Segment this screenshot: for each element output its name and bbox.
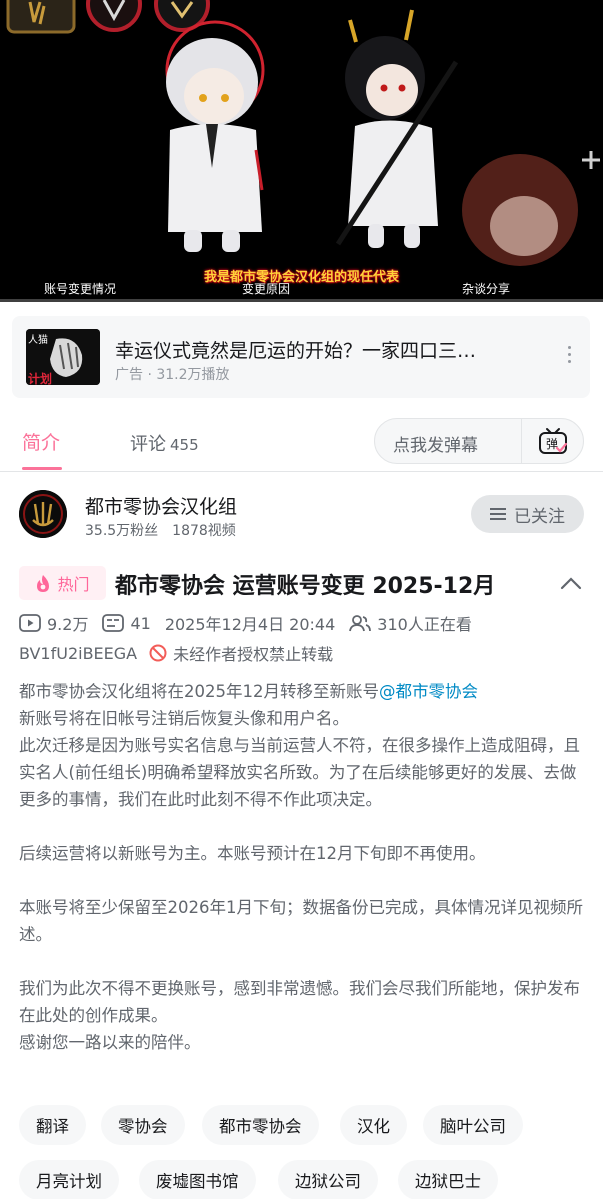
tab-active-indicator [22,467,62,470]
danmaku-count-icon [102,614,125,632]
danmaku-stat: 41 [102,613,151,633]
video-id-row: BV1fU2iBEEGA 未经作者授权禁止转载 [19,641,333,665]
danmaku-icon-char: 弹 [546,437,558,451]
repost-notice: 未经作者授权禁止转载 [173,645,334,664]
chapter-marker-3[interactable]: 杂谈分享 [462,280,510,297]
tag-item[interactable]: 边狱巴士 [398,1160,498,1199]
video-player[interactable]: 我是都市零协会汉化组的现任代表 账号变更情况 变更原因 杂谈分享 [0,0,603,302]
tag-item[interactable]: 翻译 [19,1105,86,1145]
ad-card[interactable]: 人猫 计划 幸运仪式竟然是厄运的开始？一家四口三… 广告 · 31.2万播放 [12,316,590,398]
uploader-videos: 1878视频 [172,523,236,539]
desc-para-4: 我们为此次不得不更换账号，感到非常遗憾。我们会尽我们所能地，保护发布在此处的创作… [19,979,580,1025]
video-description: 都市零协会汉化组将在2025年12月转移至新账号@都市零协会 新账号将在旧帐号注… [19,678,587,1056]
watching-count: 310人正在看 [377,615,472,634]
svg-text:人猫: 人猫 [28,333,48,346]
flame-icon [37,574,50,592]
prohibited-icon [149,644,167,662]
tag-item[interactable]: 脑叶公司 [423,1105,523,1145]
danmaku-placeholder: 点我发弹幕 [393,436,478,456]
ad-meta: 广告 · 31.2万播放 [115,367,230,383]
ad-thumbnail: 人猫 计划 [26,329,100,385]
chapter-marker-1[interactable]: 账号变更情况 [44,280,116,297]
desc-line-1: 都市零协会汉化组将在2025年12月转移至新账号@都市零协会 [19,682,478,701]
views-count: 9.2万 [47,615,89,634]
video-meta-row: 9.2万 41 2025年12月4日 20:44 310人正在看 [19,612,486,634]
tab-intro[interactable]: 简介 [22,428,60,455]
follow-label: 已关注 [514,506,565,527]
tag-item[interactable]: 月亮计划 [19,1160,119,1199]
desc-para-5: 感谢您一路以来的陪伴。 [19,1033,201,1052]
chapter-marker-2[interactable]: 变更原因 [242,280,290,297]
views-stat: 9.2万 [19,611,88,635]
danmaku-toggle-icon[interactable]: 弹 [538,427,568,455]
menu-lines-icon [490,508,506,520]
tab-comments[interactable]: 评论 455 [130,430,199,456]
video-progress-bar[interactable] [0,299,603,302]
desc-para-1: 此次迁移是因为账号实名信息与当前运营人不符，在很多操作上造成阻碍，且实名人(前任… [19,736,580,809]
uploader-fans: 35.5万粉丝 [85,523,159,539]
ad-title: 幸运仪式竟然是厄运的开始？一家四口三… [115,340,477,362]
bvid[interactable]: BV1fU2iBEEGA [19,644,137,663]
danmaku-divider [521,419,522,463]
uploader-stats: 35.5万粉丝 1878视频 [85,520,236,540]
mention-link[interactable]: @都市零协会 [379,682,478,701]
tag-item[interactable]: 边狱公司 [278,1160,378,1199]
danmaku-count: 41 [130,613,151,633]
video-frame-illustration [6,0,600,266]
tab-comments-count: 455 [170,436,199,454]
tag-item[interactable]: 废墟图书馆 [139,1160,256,1199]
chevron-up-icon[interactable] [560,576,582,590]
follow-button[interactable]: 已关注 [471,495,584,533]
uploader-avatar[interactable] [19,490,67,538]
desc-para-2: 后续运营将以新账号为主。本账号预计在12月下旬即不再使用。 [19,844,486,863]
hot-badge[interactable]: 热门 [19,566,106,600]
video-title: 都市零协会 运营账号变更 2025-12月 [115,574,496,599]
desc-line-2: 新账号将在旧帐号注销后恢复头像和用户名。 [19,709,349,728]
danmaku-input[interactable]: 点我发弹幕 弹 [374,418,584,464]
uploader-name[interactable]: 都市零协会汉化组 [85,492,237,519]
tag-item[interactable]: 汉化 [340,1105,407,1145]
publish-date: 2025年12月4日 20:44 [164,615,336,634]
people-icon [349,615,372,632]
play-count-icon [19,614,41,632]
ad-thumb-text: 计划 [28,371,52,385]
tab-comments-label: 评论 [130,434,166,455]
hot-label: 热门 [57,575,90,594]
watching-stat: 310人正在看 [349,611,472,635]
desc-para-3: 本账号将至少保留至2026年1月下旬；数据备份已完成，具体情况详见视频所述。 [19,898,583,944]
tag-item[interactable]: 都市零协会 [202,1105,319,1145]
tag-item[interactable]: 零协会 [101,1105,185,1145]
more-vertical-icon[interactable] [566,346,572,368]
